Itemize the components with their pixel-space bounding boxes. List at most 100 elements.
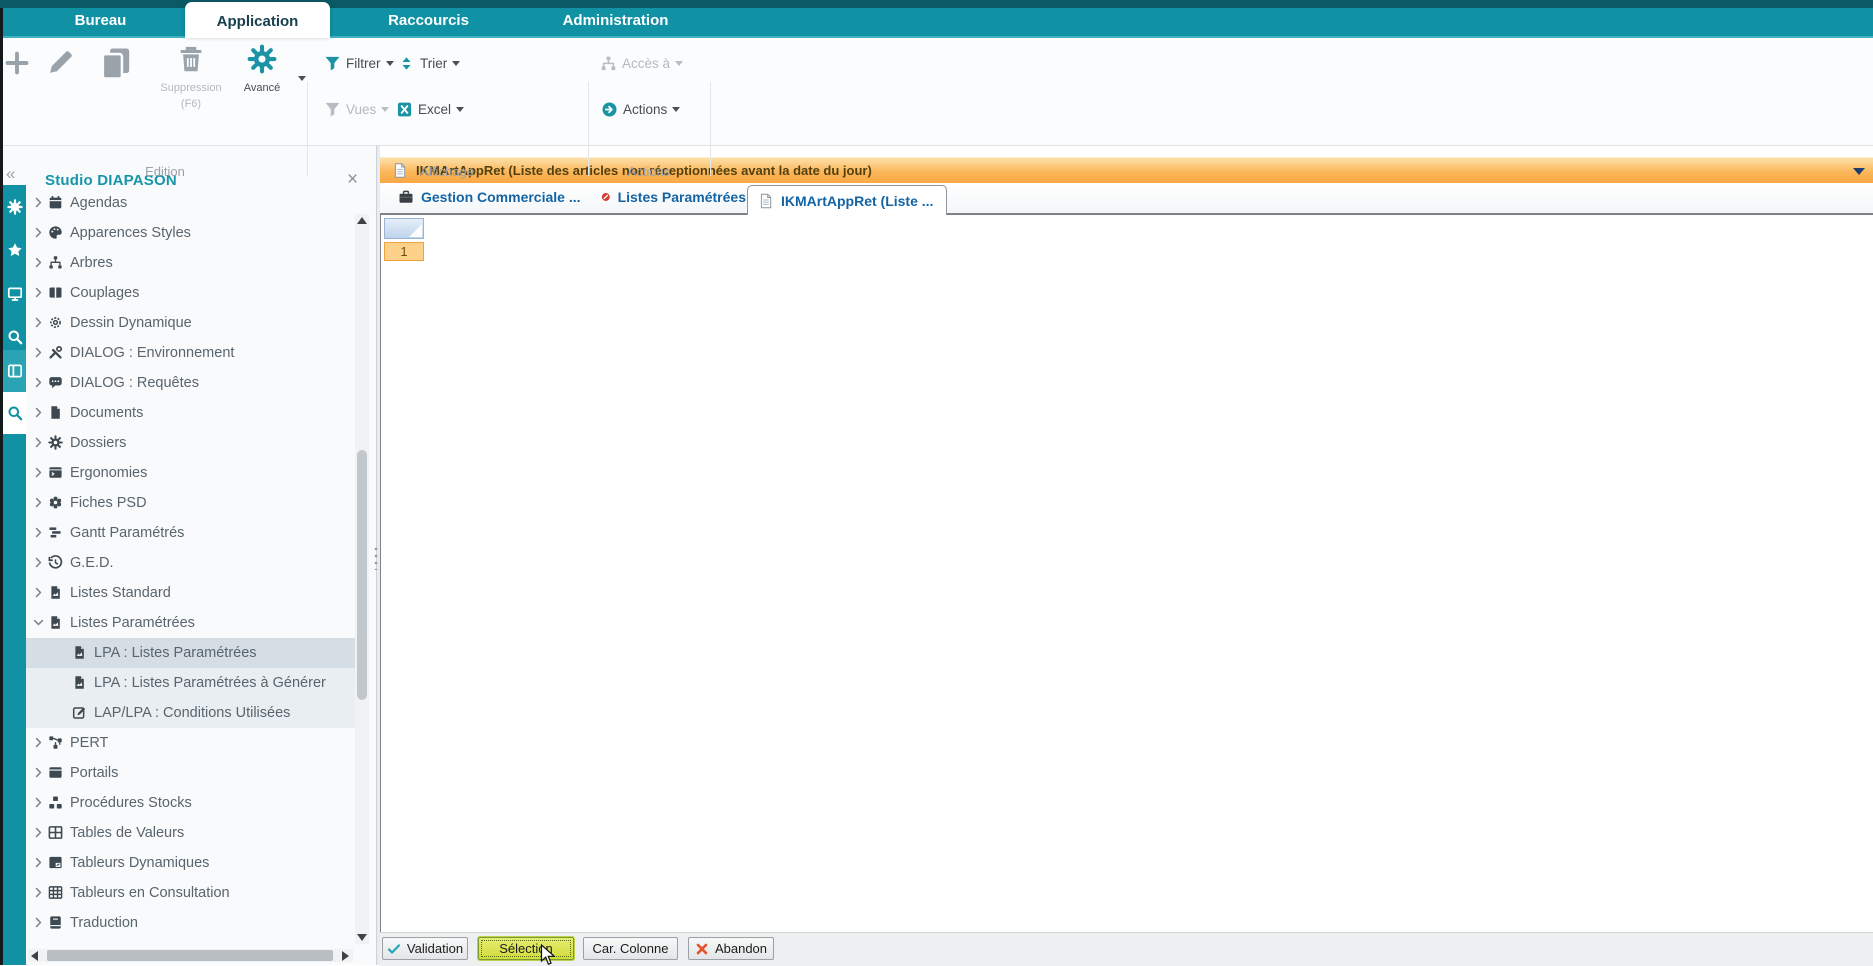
tree-item-lpa-listes-parametrees[interactable]: LPA : Listes Paramétrées [26, 638, 356, 668]
tree-item-couplages[interactable]: Couplages [26, 278, 356, 308]
ribbon-button-label: Accès à [622, 56, 670, 71]
ribbon-button-filter[interactable]: Filtrer [324, 50, 394, 76]
chevron-right-icon[interactable] [32, 496, 45, 509]
footer-button-validation[interactable]: Validation [382, 937, 468, 960]
sidebar-panel: « Studio DIAPASON × AgendasApparences St… [3, 146, 376, 965]
chevron-right-icon[interactable] [32, 556, 45, 569]
ribbon-button-access[interactable]: Accès à [600, 50, 683, 76]
document-tab-gestion-commerciale[interactable]: Gestion Commerciale ... [388, 183, 586, 211]
chevron-right-icon[interactable] [32, 256, 45, 269]
tree-item-dessin-dynamique[interactable]: Dessin Dynamique [26, 308, 356, 338]
gear-icon [247, 44, 277, 74]
tree-item-tables-de-valeurs[interactable]: Tables de Valeurs [26, 818, 356, 848]
tree-item-ged[interactable]: G.E.D. [26, 548, 356, 578]
rail-item-search-active[interactable] [3, 392, 26, 434]
ribbon-button-delete[interactable]: Suppression(F6) [156, 44, 226, 111]
chevron-right-icon[interactable] [32, 886, 45, 899]
tree-item-pert[interactable]: PERT [26, 728, 356, 758]
menu-tab-administration[interactable]: Administration [548, 8, 683, 34]
rail-item-layout[interactable] [3, 350, 26, 392]
ribbon-button-excel[interactable]: Excel [396, 96, 464, 122]
ribbon-button-edit[interactable] [46, 47, 76, 82]
footer-button-selection[interactable]: Sélection [478, 937, 574, 960]
chevron-right-icon[interactable] [32, 856, 45, 869]
rail-item-desktop[interactable] [3, 273, 26, 315]
tree-item-lpa-listes-parametrees-a-generer[interactable]: LPA : Listes Paramétrées à Générer [26, 668, 356, 698]
sheet-window-icon [48, 855, 63, 870]
tree-item-dossiers[interactable]: Dossiers [26, 428, 356, 458]
chevron-right-icon[interactable] [32, 826, 45, 839]
spreadsheet-grid[interactable]: 1 [379, 213, 1873, 932]
tree-item-agendas[interactable]: Agendas [26, 195, 356, 218]
tree-horizontal-scrollbar[interactable] [28, 949, 353, 962]
chevron-right-icon[interactable] [32, 316, 45, 329]
footer-button-car-colonne[interactable]: Car. Colonne [583, 937, 678, 960]
chevron-right-icon[interactable] [32, 736, 45, 749]
tree-item-dialog-environnement[interactable]: DIALOG : Environnement [26, 338, 356, 368]
close-sidebar-icon[interactable]: × [347, 172, 358, 188]
ribbon-button-add[interactable] [4, 50, 30, 81]
row-header[interactable]: 1 [384, 242, 424, 261]
chevron-right-icon[interactable] [32, 286, 45, 299]
rail-item-favorites[interactable] [3, 229, 26, 271]
tree-item-listes-parametrees[interactable]: Listes Paramétrées [26, 608, 356, 638]
tree-item-label: Procédures Stocks [70, 795, 192, 811]
ribbon-button-copy[interactable] [99, 46, 133, 85]
caret-down-icon[interactable] [298, 76, 306, 81]
ribbon-button-label: Excel [418, 102, 451, 117]
splitter-grip[interactable] [374, 546, 378, 570]
chevron-right-icon[interactable] [32, 406, 45, 419]
scroll-left-icon[interactable] [31, 951, 38, 961]
tree-item-portails[interactable]: Portails [26, 758, 356, 788]
document-tab-listes-parametrees[interactable]: Listes Paramétrées [591, 183, 746, 211]
chevron-right-icon[interactable] [32, 526, 45, 539]
ribbon-button-advanced[interactable]: Avancé [231, 44, 293, 95]
menu-tab-application[interactable]: Application [185, 2, 330, 38]
scroll-down-icon[interactable] [357, 934, 367, 941]
rail-item-settings[interactable] [3, 186, 26, 228]
tree-item-ergonomies[interactable]: Ergonomies [26, 458, 356, 488]
banner-dropdown-icon[interactable] [1853, 168, 1865, 175]
tree-item-documents[interactable]: Documents [26, 398, 356, 428]
chevron-right-icon[interactable] [32, 436, 45, 449]
tree-item-arbres[interactable]: Arbres [26, 248, 356, 278]
chevron-right-icon[interactable] [32, 586, 45, 599]
select-all-cell[interactable] [384, 218, 424, 239]
chevron-right-icon[interactable] [32, 466, 45, 479]
chevron-right-icon[interactable] [32, 766, 45, 779]
menu-tab-raccourcis[interactable]: Raccourcis [381, 8, 476, 34]
chevron-right-icon[interactable] [32, 796, 45, 809]
chevron-right-icon[interactable] [32, 376, 45, 389]
tools-icon [48, 345, 63, 360]
chevron-right-icon[interactable] [32, 346, 45, 359]
chevron-right-icon[interactable] [32, 226, 45, 239]
tree-item-lap-lpa-conditions-utilisees[interactable]: LAP/LPA : Conditions Utilisées [26, 698, 356, 728]
ribbon-button-views[interactable]: Vues [324, 96, 389, 122]
tree-item-tableurs-dynamiques[interactable]: Tableurs Dynamiques [26, 848, 356, 878]
footer-button-abandon[interactable]: Abandon [688, 937, 774, 960]
tree-item-fiches-psd[interactable]: Fiches PSD [26, 488, 356, 518]
vertical-scroll-thumb[interactable] [357, 450, 367, 700]
tree-item-traduction[interactable]: Traduction [26, 908, 356, 938]
chevron-right-icon[interactable] [32, 196, 45, 209]
scroll-up-icon[interactable] [357, 217, 367, 224]
chevron-down-icon[interactable] [32, 616, 45, 629]
ribbon-button-sort[interactable]: Trier [398, 50, 460, 76]
monitor-icon [7, 286, 23, 302]
ribbon-button-actions[interactable]: Actions [601, 96, 680, 122]
tree-item-tableurs-en-consultation[interactable]: Tableurs en Consultation [26, 878, 356, 908]
document-tab-ikmartappret[interactable]: IKMArtAppRet (Liste ... [747, 185, 947, 215]
collapse-sidebar-button[interactable]: « [6, 166, 15, 182]
document-icon [758, 193, 774, 209]
chevron-right-icon[interactable] [32, 916, 45, 929]
tree-item-apparences-styles[interactable]: Apparences Styles [26, 218, 356, 248]
scroll-right-icon[interactable] [342, 951, 349, 961]
tree-item-dialog-requetes[interactable]: DIALOG : Requêtes [26, 368, 356, 398]
tree-item-procedures-stocks[interactable]: Procédures Stocks [26, 788, 356, 818]
menu-tab-bureau[interactable]: Bureau [58, 8, 143, 34]
horizontal-scroll-thumb[interactable] [47, 950, 333, 961]
sidebar-splitter[interactable] [376, 146, 380, 965]
tree-vertical-scrollbar[interactable] [355, 214, 369, 944]
tree-item-listes-standard[interactable]: Listes Standard [26, 578, 356, 608]
tree-item-gantt-parametres[interactable]: Gantt Paramétrés [26, 518, 356, 548]
